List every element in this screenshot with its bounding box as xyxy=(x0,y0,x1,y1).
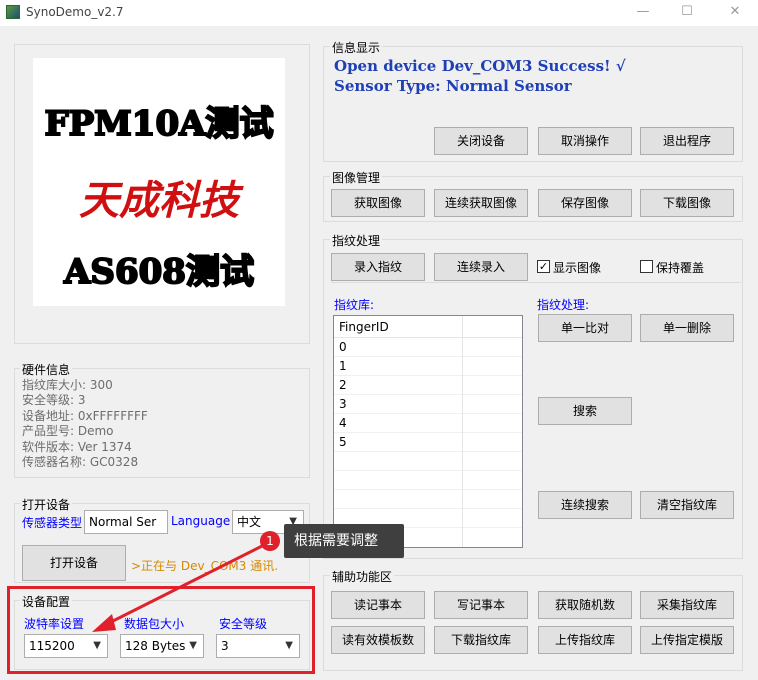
annotation-badge: 1 xyxy=(260,531,280,551)
annotation-tooltip: 根据需要调整 xyxy=(284,524,404,558)
annotation-arrow xyxy=(92,539,273,632)
